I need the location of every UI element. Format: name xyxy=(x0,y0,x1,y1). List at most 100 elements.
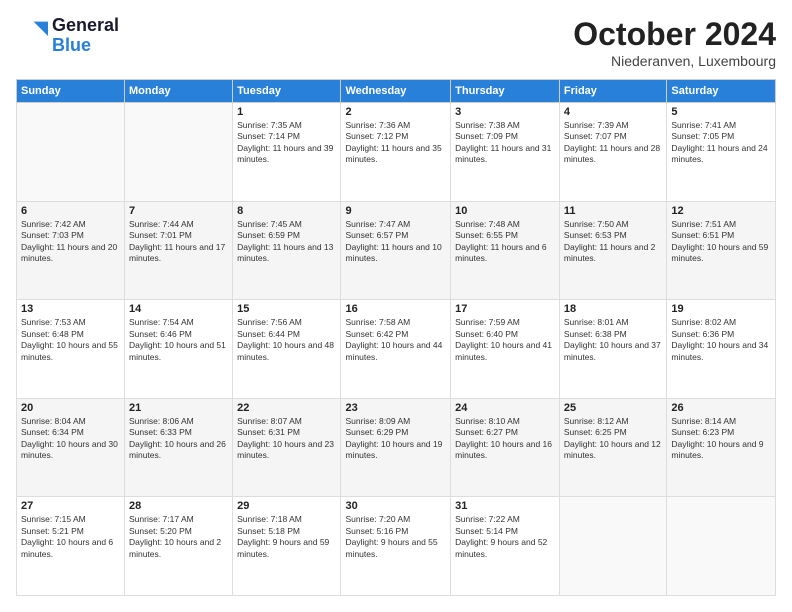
day-number: 19 xyxy=(671,303,771,315)
calendar-cell: 15Sunrise: 7:56 AMSunset: 6:44 PMDayligh… xyxy=(233,300,341,399)
logo-icon xyxy=(16,20,48,52)
day-info: Sunrise: 7:50 AMSunset: 6:53 PMDaylight:… xyxy=(564,219,662,265)
calendar-cell: 30 Sunrise: 7:20 AMSunset: 5:16 PMDayligh… xyxy=(341,497,451,596)
day-info: Sunrise: 7:22 AMSunset: 5:14 PMDaylight:… xyxy=(455,514,555,560)
day-info: Sunrise: 7:15 AMSunset: 5:21 PMDaylight:… xyxy=(21,514,120,560)
day-number: 18 xyxy=(564,303,662,315)
day-info: Sunrise: 7:45 AMSunset: 6:59 PMDaylight:… xyxy=(237,219,336,265)
day-info: Sunrise: 7:48 AMSunset: 6:55 PMDaylight:… xyxy=(455,219,555,265)
day-info: Sunrise: 7:58 AMSunset: 6:42 PMDaylight:… xyxy=(345,317,446,363)
day-header-saturday: Saturday xyxy=(667,80,776,103)
location: Niederanven, Luxembourg xyxy=(573,53,776,69)
day-number: 11 xyxy=(564,205,662,217)
day-info: Sunrise: 7:44 AMSunset: 7:01 PMDaylight:… xyxy=(129,219,228,265)
day-number: 21 xyxy=(129,402,228,414)
calendar-cell xyxy=(125,103,233,202)
day-info: Sunrise: 8:10 AMSunset: 6:27 PMDaylight:… xyxy=(455,416,555,462)
day-number: 30 xyxy=(345,500,446,512)
calendar-cell: 31 Sunrise: 7:22 AMSunset: 5:14 PMDayligh… xyxy=(451,497,560,596)
calendar-cell: 23 Sunrise: 8:09 AMSunset: 6:29 PMDayligh… xyxy=(341,398,451,497)
day-number: 10 xyxy=(455,205,555,217)
day-info: Sunrise: 7:41 AMSunset: 7:05 PMDaylight:… xyxy=(671,120,771,166)
calendar-cell xyxy=(667,497,776,596)
day-info: Sunrise: 8:01 AMSunset: 6:38 PMDaylight:… xyxy=(564,317,662,363)
day-number: 1 xyxy=(237,106,336,118)
calendar-cell: 18 Sunrise: 8:01 AMSunset: 6:38 PMDayligh… xyxy=(559,300,666,399)
day-info: Sunrise: 7:59 AMSunset: 6:40 PMDaylight:… xyxy=(455,317,555,363)
calendar-cell xyxy=(17,103,125,202)
day-info: Sunrise: 7:20 AMSunset: 5:16 PMDaylight:… xyxy=(345,514,446,560)
day-header-friday: Friday xyxy=(559,80,666,103)
day-number: 4 xyxy=(564,106,662,118)
day-number: 31 xyxy=(455,500,555,512)
day-number: 2 xyxy=(345,106,446,118)
day-number: 3 xyxy=(455,106,555,118)
calendar-cell: 5 Sunrise: 7:41 AMSunset: 7:05 PMDaylight… xyxy=(667,103,776,202)
calendar-cell: 7 Sunrise: 7:44 AMSunset: 7:01 PMDaylight… xyxy=(125,201,233,300)
calendar-cell: 26Sunrise: 8:14 AMSunset: 6:23 PMDayligh… xyxy=(667,398,776,497)
calendar-table: SundayMondayTuesdayWednesdayThursdayFrid… xyxy=(16,79,776,596)
day-number: 5 xyxy=(671,106,771,118)
calendar-cell: 27Sunrise: 7:15 AMSunset: 5:21 PMDayligh… xyxy=(17,497,125,596)
calendar-cell: 12 Sunrise: 7:51 AMSunset: 6:51 PMDayligh… xyxy=(667,201,776,300)
day-header-tuesday: Tuesday xyxy=(233,80,341,103)
day-number: 22 xyxy=(237,402,336,414)
calendar-cell: 14 Sunrise: 7:54 AMSunset: 6:46 PMDayligh… xyxy=(125,300,233,399)
day-header-sunday: Sunday xyxy=(17,80,125,103)
day-number: 24 xyxy=(455,402,555,414)
calendar-cell: 9 Sunrise: 7:47 AMSunset: 6:57 PMDaylight… xyxy=(341,201,451,300)
calendar-week-row: 6Sunrise: 7:42 AMSunset: 7:03 PMDaylight… xyxy=(17,201,776,300)
calendar-cell: 24 Sunrise: 8:10 AMSunset: 6:27 PMDayligh… xyxy=(451,398,560,497)
day-info: Sunrise: 8:07 AMSunset: 6:31 PMDaylight:… xyxy=(237,416,336,462)
calendar-week-row: 13 Sunrise: 7:53 AMSunset: 6:48 PMDayligh… xyxy=(17,300,776,399)
day-number: 8 xyxy=(237,205,336,217)
calendar-week-row: 20 Sunrise: 8:04 AMSunset: 6:34 PMDayligh… xyxy=(17,398,776,497)
day-info: Sunrise: 8:14 AMSunset: 6:23 PMDaylight:… xyxy=(671,416,771,462)
day-info: Sunrise: 7:17 AMSunset: 5:20 PMDaylight:… xyxy=(129,514,228,560)
calendar-cell xyxy=(559,497,666,596)
day-number: 6 xyxy=(21,205,120,217)
day-number: 16 xyxy=(345,303,446,315)
page: General Blue October 2024 Niederanven, L… xyxy=(0,0,792,612)
day-info: Sunrise: 7:39 AMSunset: 7:07 PMDaylight:… xyxy=(564,120,662,166)
calendar-cell: 6Sunrise: 7:42 AMSunset: 7:03 PMDaylight… xyxy=(17,201,125,300)
day-info: Sunrise: 7:35 AMSunset: 7:14 PMDaylight:… xyxy=(237,120,336,166)
day-number: 23 xyxy=(345,402,446,414)
day-info: Sunrise: 7:53 AMSunset: 6:48 PMDaylight:… xyxy=(21,317,120,363)
calendar-header-row: SundayMondayTuesdayWednesdayThursdayFrid… xyxy=(17,80,776,103)
day-info: Sunrise: 8:04 AMSunset: 6:34 PMDaylight:… xyxy=(21,416,120,462)
day-number: 14 xyxy=(129,303,228,315)
day-info: Sunrise: 8:12 AMSunset: 6:25 PMDaylight:… xyxy=(564,416,662,462)
header: General Blue October 2024 Niederanven, L… xyxy=(16,16,776,69)
day-number: 12 xyxy=(671,205,771,217)
day-header-wednesday: Wednesday xyxy=(341,80,451,103)
calendar-cell: 11 Sunrise: 7:50 AMSunset: 6:53 PMDayligh… xyxy=(559,201,666,300)
day-number: 9 xyxy=(345,205,446,217)
day-info: Sunrise: 8:02 AMSunset: 6:36 PMDaylight:… xyxy=(671,317,771,363)
calendar-cell: 2Sunrise: 7:36 AMSunset: 7:12 PMDaylight… xyxy=(341,103,451,202)
calendar-cell: 17 Sunrise: 7:59 AMSunset: 6:40 PMDayligh… xyxy=(451,300,560,399)
month-title: October 2024 xyxy=(573,16,776,53)
calendar-cell: 3Sunrise: 7:38 AMSunset: 7:09 PMDaylight… xyxy=(451,103,560,202)
day-info: Sunrise: 8:09 AMSunset: 6:29 PMDaylight:… xyxy=(345,416,446,462)
day-number: 29 xyxy=(237,500,336,512)
day-number: 13 xyxy=(21,303,120,315)
day-number: 25 xyxy=(564,402,662,414)
calendar-week-row: 1 Sunrise: 7:35 AMSunset: 7:14 PMDaylight… xyxy=(17,103,776,202)
logo: General Blue xyxy=(16,16,119,56)
calendar-cell: 13 Sunrise: 7:53 AMSunset: 6:48 PMDayligh… xyxy=(17,300,125,399)
day-info: Sunrise: 7:54 AMSunset: 6:46 PMDaylight:… xyxy=(129,317,228,363)
calendar-cell: 1 Sunrise: 7:35 AMSunset: 7:14 PMDaylight… xyxy=(233,103,341,202)
calendar-cell: 19 Sunrise: 8:02 AMSunset: 6:36 PMDayligh… xyxy=(667,300,776,399)
day-number: 7 xyxy=(129,205,228,217)
day-info: Sunrise: 7:47 AMSunset: 6:57 PMDaylight:… xyxy=(345,219,446,265)
day-number: 28 xyxy=(129,500,228,512)
calendar-cell: 8 Sunrise: 7:45 AMSunset: 6:59 PMDaylight… xyxy=(233,201,341,300)
calendar-cell: 28 Sunrise: 7:17 AMSunset: 5:20 PMDayligh… xyxy=(125,497,233,596)
day-number: 20 xyxy=(21,402,120,414)
day-number: 17 xyxy=(455,303,555,315)
calendar-cell: 4 Sunrise: 7:39 AMSunset: 7:07 PMDaylight… xyxy=(559,103,666,202)
day-info: Sunrise: 7:51 AMSunset: 6:51 PMDaylight:… xyxy=(671,219,771,265)
calendar-cell: 29Sunrise: 7:18 AMSunset: 5:18 PMDayligh… xyxy=(233,497,341,596)
day-header-monday: Monday xyxy=(125,80,233,103)
